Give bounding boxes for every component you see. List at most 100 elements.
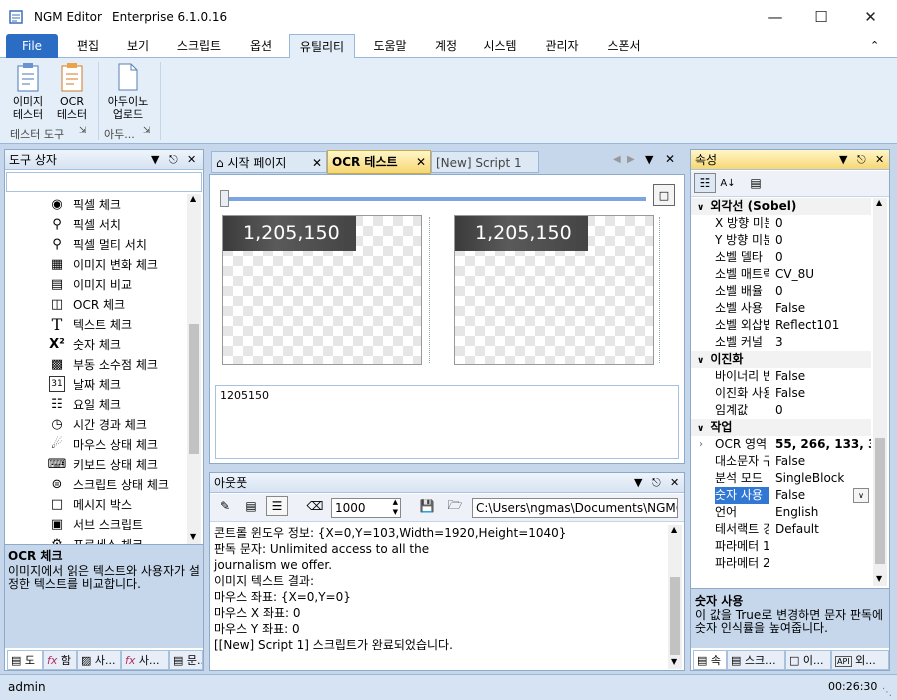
menu-tab-sponsor[interactable]: 스폰서 bbox=[598, 34, 650, 58]
preview-splitter[interactable] bbox=[429, 217, 435, 363]
zoom-slider-track[interactable] bbox=[222, 197, 646, 201]
tab-functions[interactable]: fx 함 bbox=[43, 650, 77, 670]
property-row[interactable]: 소벨 사용 False bbox=[691, 300, 871, 317]
tab-toolbox[interactable]: ▤ 도 bbox=[7, 650, 43, 670]
scroll-up-icon[interactable]: ▲ bbox=[190, 194, 196, 203]
tab-list-icon[interactable]: ▼ bbox=[645, 153, 653, 166]
list-item[interactable]: ◷ 시간 경과 체크 bbox=[49, 414, 147, 434]
menu-tab-help[interactable]: 도움말 bbox=[364, 34, 416, 58]
close-tab-icon[interactable]: ✕ bbox=[312, 152, 322, 174]
collapse-icon[interactable]: ∨ bbox=[691, 203, 710, 213]
list-item[interactable]: ☷ 요일 체크 bbox=[49, 394, 121, 414]
close-panel-icon[interactable]: ✕ bbox=[670, 473, 679, 493]
tab-user-functions[interactable]: fx 사... bbox=[121, 650, 169, 670]
close-document-icon[interactable]: ✕ bbox=[665, 152, 675, 166]
word-wrap-button[interactable]: ☰ bbox=[266, 496, 288, 516]
ocr-tester-button[interactable]: OCR 테스터 bbox=[52, 62, 92, 121]
property-row[interactable]: X 방향 미분0 bbox=[691, 215, 871, 232]
close-tab-icon[interactable]: ✕ bbox=[416, 151, 426, 173]
properties-scrollbar[interactable]: ▲ ▼ bbox=[873, 198, 887, 586]
save-log-button[interactable]: 💾 bbox=[416, 496, 438, 516]
property-row[interactable]: ›OCR 영역55, 266, 133, 35 bbox=[691, 436, 871, 453]
menu-tab-system[interactable]: 시스템 bbox=[474, 34, 526, 58]
group-launcher-icon[interactable]: ⇲ bbox=[79, 126, 87, 136]
list-item[interactable]: ▤ 이미지 비교 bbox=[49, 274, 132, 294]
property-row[interactable]: 파라메터 2 bbox=[691, 555, 871, 572]
list-item[interactable]: ☄ 마우스 상태 체크 bbox=[49, 434, 158, 454]
ocr-result-textbox[interactable]: 1205150 bbox=[215, 385, 679, 459]
close-button[interactable]: ✕ bbox=[844, 0, 897, 34]
value-dropdown-button[interactable]: ∨ bbox=[853, 488, 869, 503]
list-item[interactable]: □ 메시지 박스 bbox=[49, 494, 132, 514]
tab-documents[interactable]: ▤ 문... bbox=[169, 650, 203, 670]
list-item[interactable]: ⚲ 픽셀 서치 bbox=[49, 214, 121, 234]
scroll-down-icon[interactable]: ▼ bbox=[190, 532, 196, 541]
dropdown-icon[interactable]: ▼ bbox=[839, 150, 847, 170]
property-row[interactable]: 대소문자 구분False bbox=[691, 453, 871, 470]
erase-button[interactable]: ⌫ bbox=[304, 496, 326, 516]
list-item[interactable]: 31 날짜 체크 bbox=[49, 374, 121, 394]
tab-script[interactable]: ▤ 스크... bbox=[727, 650, 785, 670]
dropdown-icon[interactable]: ▼ bbox=[151, 150, 159, 170]
list-item[interactable]: ⌨ 키보드 상태 체크 bbox=[48, 454, 158, 474]
menu-tab-view[interactable]: 보기 bbox=[118, 34, 158, 58]
tab-scroll-left-icon[interactable]: ◀ bbox=[613, 154, 621, 165]
log-path-field[interactable]: C:\Users\ngmas\Documents\NGM6\ bbox=[472, 498, 678, 518]
property-row[interactable]: 바이너리 반전False bbox=[691, 368, 871, 385]
copy-log-button[interactable]: ▤ bbox=[240, 496, 262, 516]
property-row[interactable]: 소벨 델타 0 bbox=[691, 249, 871, 266]
property-row[interactable]: 이진화 사용 False bbox=[691, 385, 871, 402]
category-binarization[interactable]: ∨ 이진화 bbox=[691, 351, 871, 368]
property-row[interactable]: 분석 모드 SingleBlock bbox=[691, 470, 871, 487]
list-item[interactable]: T 텍스트 체크 bbox=[49, 314, 132, 334]
tab-start-page[interactable]: ⌂ 시작 페이지 ✕ bbox=[211, 151, 327, 173]
open-folder-button[interactable]: 🗁 bbox=[444, 496, 466, 516]
tab-new-script-1[interactable]: [New] Script 1 bbox=[431, 151, 539, 173]
collapse-ribbon-icon[interactable]: ⌃ bbox=[870, 39, 879, 52]
close-panel-icon[interactable]: ✕ bbox=[187, 150, 196, 170]
menu-tab-options[interactable]: 옵션 bbox=[240, 34, 282, 58]
category-operation[interactable]: ∨ 작업 bbox=[691, 419, 871, 436]
scrollbar-thumb[interactable] bbox=[189, 324, 199, 454]
tab-image[interactable]: □ 이... bbox=[785, 650, 831, 670]
minimize-button[interactable]: — bbox=[752, 0, 798, 34]
scroll-down-icon[interactable]: ▼ bbox=[671, 657, 677, 666]
preview-splitter-2[interactable] bbox=[659, 217, 665, 363]
menu-tab-file[interactable]: File bbox=[6, 34, 58, 58]
scrollbar-thumb[interactable] bbox=[875, 438, 885, 564]
close-panel-icon[interactable]: ✕ bbox=[875, 150, 884, 170]
property-row[interactable]: 테서랙트 경로Default bbox=[691, 521, 871, 538]
list-item[interactable]: ⚙프로세스 체크 bbox=[49, 534, 143, 545]
tab-ocr-test[interactable]: OCR 테스트 ✕ bbox=[327, 150, 431, 174]
property-row[interactable]: Y 방향 미분 0 bbox=[691, 232, 871, 249]
pin-icon[interactable]: ⎋ bbox=[652, 473, 661, 493]
pin-icon[interactable]: ⎋ bbox=[169, 150, 178, 170]
scroll-down-icon[interactable]: ▼ bbox=[876, 574, 882, 583]
toolbox-search-input[interactable] bbox=[6, 172, 202, 192]
collapse-icon[interactable]: ∨ bbox=[691, 424, 710, 434]
property-pages-button[interactable]: ▤ bbox=[745, 173, 767, 193]
arduino-upload-button[interactable]: 아두이노 업로드 bbox=[102, 62, 154, 121]
zoom-slider-handle[interactable] bbox=[220, 190, 229, 207]
stepper-arrows-icon[interactable]: ▲ ▼ bbox=[393, 497, 398, 517]
property-row[interactable]: 소벨 매트릭스CV_8U bbox=[691, 266, 871, 283]
scroll-up-icon[interactable]: ▲ bbox=[876, 198, 882, 207]
pin-icon[interactable]: ⎋ bbox=[857, 150, 866, 170]
tab-scroll-right-icon[interactable]: ▶ bbox=[627, 154, 635, 165]
maximize-button[interactable]: ☐ bbox=[798, 0, 844, 34]
group-launcher-icon-2[interactable]: ⇲ bbox=[143, 126, 151, 136]
menu-tab-account[interactable]: 계정 bbox=[426, 34, 466, 58]
tab-user[interactable]: ▨ 사... bbox=[77, 650, 121, 670]
property-row[interactable]: 파라메터 1 bbox=[691, 538, 871, 555]
property-row[interactable]: 소벨 외삽법 Reflect101 bbox=[691, 317, 871, 334]
clear-format-button[interactable]: ✎ bbox=[214, 496, 236, 516]
list-item[interactable]: ▣ 서브 스크립트 bbox=[49, 514, 143, 534]
output-scrollbar[interactable]: ▲ ▼ bbox=[668, 525, 682, 669]
list-item[interactable]: ◫ OCR 체크 bbox=[49, 294, 125, 314]
menu-tab-script[interactable]: 스크립트 bbox=[168, 34, 230, 58]
property-row[interactable]: 소벨 커널 3 bbox=[691, 334, 871, 351]
categorized-button[interactable]: ☷ bbox=[694, 173, 716, 193]
scrollbar-thumb[interactable] bbox=[670, 577, 680, 655]
menu-tab-utility[interactable]: 유틸리티 bbox=[289, 34, 355, 59]
tab-properties[interactable]: ▤ 속 bbox=[693, 650, 727, 670]
